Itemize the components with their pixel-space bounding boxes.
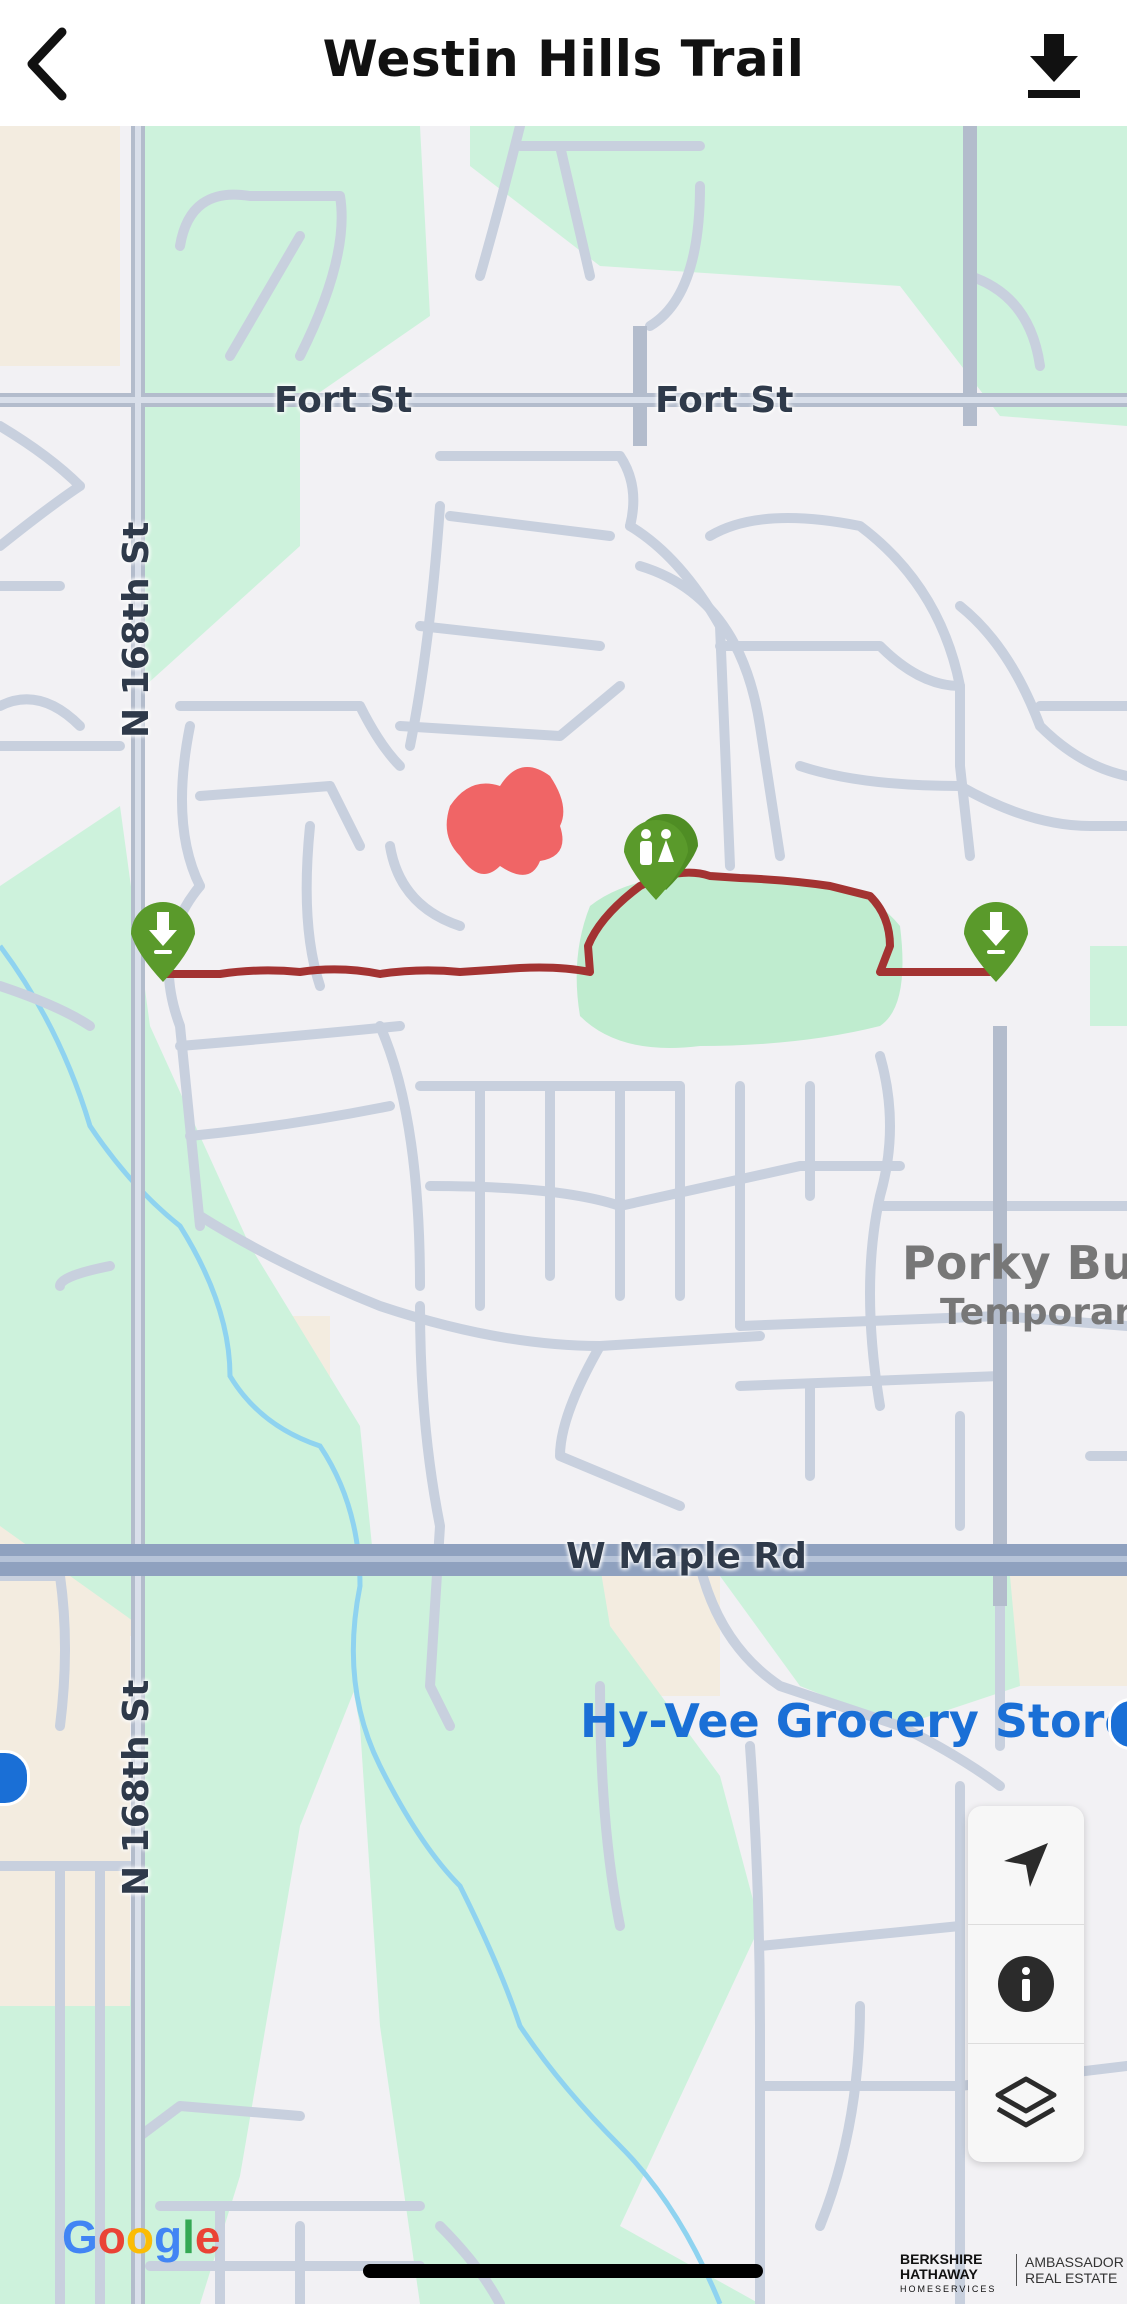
road-label-fort-st: Fort St [655,380,794,421]
layers-button[interactable] [968,2044,1084,2162]
svg-text:Google: Google [62,2211,220,2263]
poi-status: Temporarily [940,1292,1127,1333]
download-button[interactable] [1022,30,1086,100]
brand-line: HOMESERVICES [900,2284,997,2294]
trailhead-pin-icon [964,902,1028,982]
road-label-w-maple-rd: W Maple Rd [566,1536,807,1577]
top-bar: Westin Hills Trail [0,0,1127,126]
brand-line: HATHAWAY [900,2266,978,2282]
map-canvas [0,126,1127,2304]
brand-name: BERKSHIRE HATHAWAY HOMESERVICES [900,2252,996,2297]
navigation-arrow-icon [1004,1843,1048,1887]
brand-line: BERKSHIRE [900,2251,983,2267]
brand-office: AMBASSADOR REAL ESTATE [1016,2254,1124,2286]
brokerage-branding: BERKSHIRE HATHAWAY HOMESERVICES AMBASSAD… [900,2252,1124,2296]
road-label-n168th-st: N 168th St [116,521,157,738]
road-label-n168th-st: N 168th St [116,1679,157,1896]
brand-line: AMBASSADOR [1025,2254,1124,2270]
info-button[interactable] [968,1925,1084,2043]
map-controls [968,1806,1084,2162]
google-logo: Google [62,2211,220,2263]
trailhead-pin-icon [131,902,195,982]
info-icon [998,1956,1054,2012]
home-indicator[interactable] [363,2264,763,2278]
download-icon [1028,34,1080,98]
layers-icon [995,2076,1057,2128]
page-title: Westin Hills Trail [322,30,805,88]
map-view[interactable]: Fort St Fort St N 168th St N 168th St W … [0,126,1127,2304]
my-location-button[interactable] [968,1806,1084,1924]
restroom-pin-icon [624,814,698,900]
poi-name[interactable]: Porky Butt [902,1236,1127,1290]
road-label-fort-st: Fort St [274,380,413,421]
store-label[interactable]: Hy-Vee Grocery Store [580,1694,1127,1748]
brand-line: REAL ESTATE [1025,2270,1118,2286]
